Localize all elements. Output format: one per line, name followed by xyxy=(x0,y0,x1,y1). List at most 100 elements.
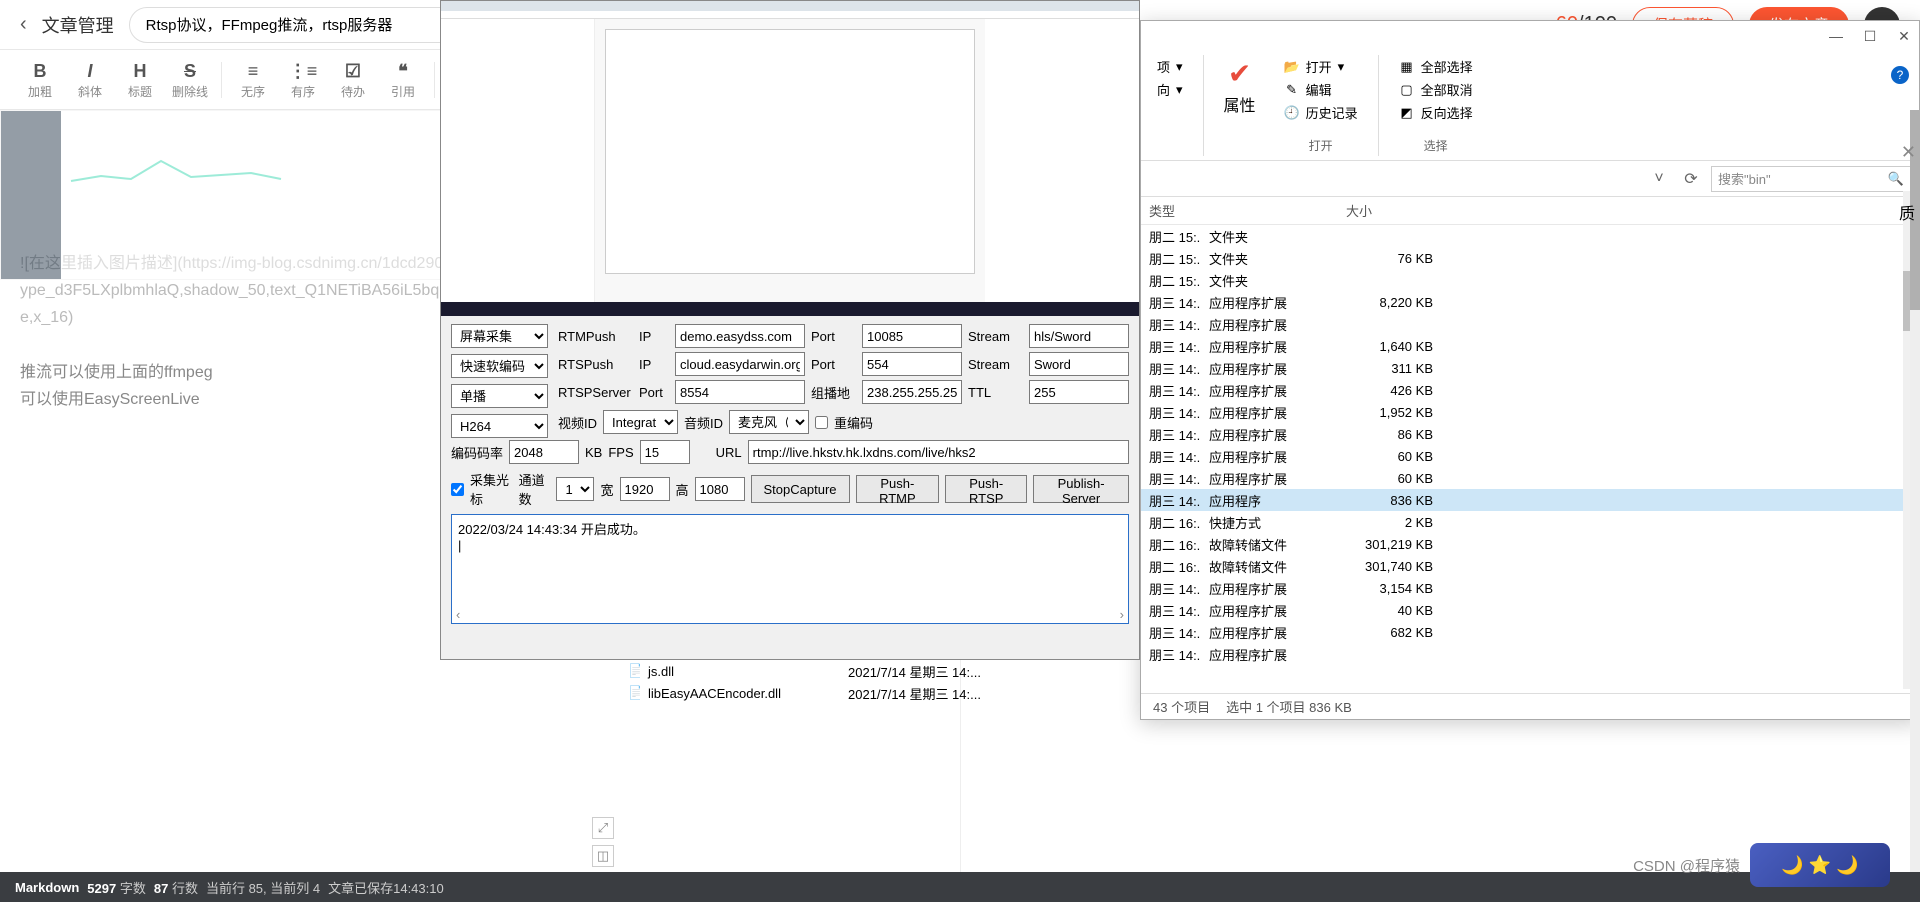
dropdown-icon[interactable]: ˅ xyxy=(1647,167,1671,191)
split-columns-icon[interactable]: ◫ xyxy=(592,845,614,867)
file-row[interactable]: 朋三 14:...应用程序扩展682 KB xyxy=(1141,621,1919,643)
header-back-label[interactable]: 文章管理 xyxy=(42,12,114,38)
stream-controls: 屏幕采集 快速软编码 单播 H264 RTMPush IP Port Strea… xyxy=(441,316,1139,632)
file-list-header[interactable]: 类型 大小 xyxy=(1141,197,1919,225)
rtsp-ip-input[interactable] xyxy=(675,352,805,376)
kb-label: KB xyxy=(585,445,602,460)
streaming-app-window: 屏幕采集 快速软编码 单播 H264 RTMPush IP Port Strea… xyxy=(440,0,1140,660)
back-arrow-icon[interactable]: ‹ xyxy=(20,13,27,36)
col-type: 类型 xyxy=(1141,197,1261,224)
splitter-controls: ⤢ ◫ xyxy=(592,817,614,867)
serverport-label: Port xyxy=(639,385,669,400)
ribbon-more-item[interactable]: 项 ▾ xyxy=(1157,57,1183,76)
multicast-ip-input[interactable] xyxy=(862,380,962,404)
codec-select[interactable]: H264 xyxy=(451,414,548,438)
minimize-icon[interactable]: — xyxy=(1829,29,1843,43)
watermark-badge: 🌙 ⭐ 🌙 xyxy=(1750,843,1890,887)
status-saved: 文章已保存14:43:10 xyxy=(328,878,444,897)
select-none-item[interactable]: ▢全部取消 xyxy=(1399,80,1473,99)
ttl-input[interactable] xyxy=(1029,380,1129,404)
push-rtsp-button[interactable]: Push-RTSP xyxy=(945,475,1027,503)
scroll-left-icon[interactable]: ‹ xyxy=(456,607,460,621)
scroll-right-icon[interactable]: › xyxy=(1120,607,1124,621)
file-row[interactable]: 朋二 16:...故障转储文件301,219 KB xyxy=(1141,533,1919,555)
rtmp-port-input[interactable] xyxy=(862,324,962,348)
fps-input[interactable] xyxy=(640,440,690,464)
file-row[interactable]: 📄 libEasyAACEncoder.dll 2021/7/14 星期三 14… xyxy=(620,682,1140,704)
capture-mode-select[interactable]: 屏幕采集 xyxy=(451,324,548,348)
file-row[interactable]: 朋三 14:...应用程序扩展 xyxy=(1141,643,1919,665)
width-input[interactable] xyxy=(620,477,670,501)
close-icon[interactable]: ✕ xyxy=(1897,29,1911,43)
italic-button[interactable]: I斜体 xyxy=(65,52,115,108)
url-input[interactable] xyxy=(748,440,1129,464)
edit-item[interactable]: ✎编辑 xyxy=(1284,80,1358,99)
audio-id-select[interactable]: 麦克风（ xyxy=(729,410,809,434)
file-row[interactable]: 朋三 14:...应用程序扩展1,952 KB xyxy=(1141,401,1919,423)
rtmp-ip-input[interactable] xyxy=(675,324,805,348)
quote-button[interactable]: ❝引用 xyxy=(378,52,428,108)
ribbon-more-direction[interactable]: 向 ▾ xyxy=(1157,80,1183,99)
select-invert-item[interactable]: ◩反向选择 xyxy=(1399,103,1473,122)
video-id-select[interactable]: Integrat xyxy=(603,410,678,434)
bitrate-input[interactable] xyxy=(509,440,579,464)
file-row[interactable]: 朋二 15:...文件夹 xyxy=(1141,269,1919,291)
explorer-rows-overflow: 📄 js.dll 2021/7/14 星期三 14:... 📄 libEasyA… xyxy=(620,660,1140,704)
edit-icon: ✎ xyxy=(1284,82,1300,98)
file-row[interactable]: 朋三 14:...应用程序扩展3,154 KB xyxy=(1141,577,1919,599)
capture-cursor-checkbox[interactable] xyxy=(451,483,464,496)
page-scrollbar[interactable] xyxy=(1910,110,1920,872)
broadcast-select[interactable]: 单播 xyxy=(451,384,548,408)
heading-button[interactable]: H标题 xyxy=(115,52,165,108)
stop-capture-button[interactable]: StopCapture xyxy=(751,475,850,503)
history-item[interactable]: 🕘历史记录 xyxy=(1284,103,1358,122)
help-badge-icon[interactable]: ? xyxy=(1891,66,1909,84)
select-all-item[interactable]: ▦全部选择 xyxy=(1399,57,1473,76)
file-row[interactable]: 朋三 14:...应用程序836 KB xyxy=(1141,489,1919,511)
rtsp-port-input[interactable] xyxy=(862,352,962,376)
file-row[interactable]: 朋二 16:...故障转储文件301,740 KB xyxy=(1141,555,1919,577)
bold-button[interactable]: B加粗 xyxy=(15,52,65,108)
file-row[interactable]: 📄 js.dll 2021/7/14 星期三 14:... xyxy=(620,660,1140,682)
channels-select[interactable]: 1 xyxy=(556,477,594,501)
file-row[interactable]: 朋三 14:...应用程序扩展40 KB xyxy=(1141,599,1919,621)
strikethrough-button[interactable]: S删除线 xyxy=(165,52,215,108)
rtsp-stream-input[interactable] xyxy=(1029,352,1129,376)
port-label-2: Port xyxy=(811,357,856,372)
encoder-select[interactable]: 快速软编码 xyxy=(451,354,548,378)
file-row[interactable]: 朋三 14:...应用程序扩展60 KB xyxy=(1141,445,1919,467)
reencode-checkbox[interactable] xyxy=(815,416,828,429)
server-port-input[interactable] xyxy=(675,380,805,404)
unordered-list-button[interactable]: ≡无序 xyxy=(228,52,278,108)
history-icon: 🕘 xyxy=(1284,105,1300,121)
file-row[interactable]: 朋三 14:...应用程序扩展8,220 KB xyxy=(1141,291,1919,313)
file-row[interactable]: 朋三 14:...应用程序扩展86 KB xyxy=(1141,423,1919,445)
search-input[interactable]: 搜索"bin" 🔍 xyxy=(1711,166,1911,192)
log-output[interactable]: 2022/03/24 14:43:34 开启成功。| ‹› xyxy=(451,514,1129,624)
panel-close-icon[interactable]: ✕ xyxy=(1901,142,1916,163)
stream-label: Stream xyxy=(968,329,1023,344)
height-input[interactable] xyxy=(695,477,745,501)
file-row[interactable]: 朋三 14:...应用程序扩展 xyxy=(1141,313,1919,335)
file-row[interactable]: 朋二 15:...文件夹76 KB xyxy=(1141,247,1919,269)
properties-button[interactable]: ✔ 属性 xyxy=(1224,57,1256,116)
stream-preview xyxy=(441,1,1139,316)
open-item[interactable]: 📂打开 ▾ xyxy=(1284,57,1358,76)
file-row[interactable]: 朋三 14:...应用程序扩展426 KB xyxy=(1141,379,1919,401)
file-row[interactable]: 朋二 15:...文件夹 xyxy=(1141,225,1919,247)
rtmp-stream-input[interactable] xyxy=(1029,324,1129,348)
status-mode: Markdown xyxy=(15,880,79,895)
split-expand-icon[interactable]: ⤢ xyxy=(592,817,614,839)
explorer-titlebar: — ☐ ✕ xyxy=(1141,21,1919,51)
refresh-icon[interactable]: ⟳ xyxy=(1679,167,1703,191)
maximize-icon[interactable]: ☐ xyxy=(1863,29,1877,43)
publish-server-button[interactable]: Publish-Server xyxy=(1033,475,1129,503)
file-row[interactable]: 朋三 14:...应用程序扩展60 KB xyxy=(1141,467,1919,489)
file-row[interactable]: 朋三 14:...应用程序扩展1,640 KB xyxy=(1141,335,1919,357)
file-row[interactable]: 朋三 14:...应用程序扩展311 KB xyxy=(1141,357,1919,379)
ordered-list-button[interactable]: ⋮≡有序 xyxy=(278,52,328,108)
todo-button[interactable]: ☑待办 xyxy=(328,52,378,108)
search-icon: 🔍 xyxy=(1888,171,1904,187)
push-rtmp-button[interactable]: Push-RTMP xyxy=(856,475,940,503)
file-row[interactable]: 朋二 16:...快捷方式2 KB xyxy=(1141,511,1919,533)
